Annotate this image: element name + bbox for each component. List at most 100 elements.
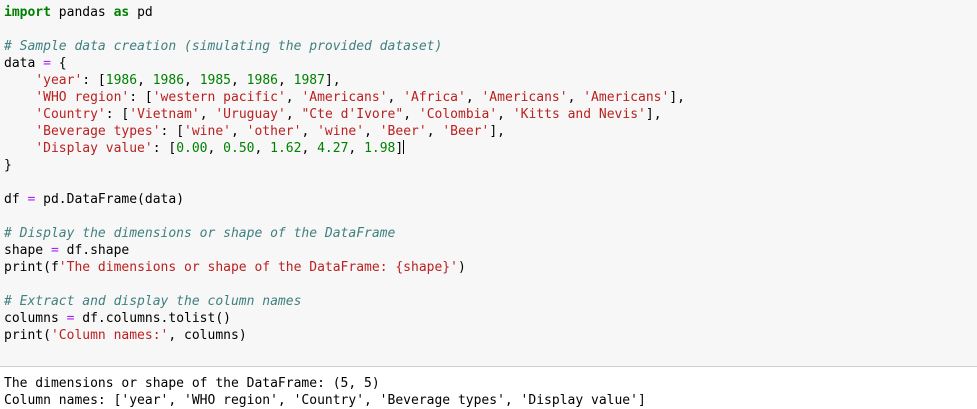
code-text: , [301, 124, 318, 139]
number: 1986 [105, 73, 138, 88]
code-text: , [497, 107, 513, 122]
code-text: ] [395, 141, 404, 156]
code-line: } [4, 158, 12, 173]
code-text: , [285, 107, 302, 122]
code-line: 'Country': ['Vietnam', 'Uruguay', "Cte d… [4, 106, 685, 123]
string: 'Colombia' [418, 107, 498, 122]
operator: = [50, 243, 59, 258]
number: 1986 [246, 73, 278, 88]
code-text: : [ [152, 141, 177, 156]
string: 'The dimensions or shape of the DataFram… [58, 260, 458, 275]
keyword: import [4, 5, 51, 20]
code-text: ) [457, 260, 466, 275]
string: 'Americans' [301, 90, 388, 105]
code-line: shape = df.shape [4, 242, 685, 259]
code-line: df = pd.DataFrame(data) [4, 191, 685, 208]
code-text: ], [669, 90, 685, 105]
code-line: columns = df.columns.tolist() [4, 310, 685, 327]
code-text: , [387, 90, 404, 105]
code-text: , columns) [168, 328, 247, 343]
code-line: 'Beverage types': ['wine', 'other', 'win… [4, 123, 685, 140]
number: 1986 [152, 73, 185, 88]
code-text: , [137, 73, 153, 88]
string: 'Country' [35, 107, 106, 122]
code-text: pandas [50, 5, 114, 20]
string: 'Uruguay' [215, 107, 286, 122]
code-line: data = { [4, 55, 685, 72]
number: 1985 [199, 73, 232, 88]
code-line: 'year': [1986, 1986, 1985, 1986, 1987], [4, 72, 685, 89]
code-text: , [364, 124, 380, 139]
text-cursor [403, 140, 405, 154]
code-text: , [301, 141, 318, 156]
code-text: df [4, 192, 28, 207]
string: 'Column names:' [50, 328, 169, 343]
number: 0.00 [176, 141, 208, 156]
number: 4.27 [317, 141, 349, 156]
code-line: 'WHO region': ['western pacific', 'Ameri… [4, 89, 685, 106]
code-text: , [465, 90, 482, 105]
code-cell[interactable]: import pandas as pd # Sample data creatio… [0, 0, 977, 367]
code-text: shape [4, 243, 51, 258]
string: 'other' [246, 124, 302, 139]
code-text: , [231, 73, 247, 88]
code-text: , [567, 90, 584, 105]
code-text: , [199, 107, 216, 122]
string: 'wine' [184, 124, 231, 139]
code-line: print(f'The dimensions or shape of the D… [4, 259, 685, 276]
code-comment: # Display the dimensions or shape of the… [4, 226, 396, 241]
code-text: pd.DataFrame(data) [35, 192, 185, 207]
code-comment: # Extract and display the column names [4, 294, 302, 309]
code-text: ], [324, 73, 341, 88]
cell-output: The dimensions or shape of the DataFrame… [4, 375, 646, 409]
string: 'western pacific' [152, 90, 286, 105]
code-text: : [ [129, 90, 153, 105]
code-text: print( [4, 328, 51, 343]
keyword: as [113, 5, 130, 20]
code-text: ], [645, 107, 662, 122]
code-text: , [348, 141, 365, 156]
code-editor[interactable]: import pandas as pd # Sample data creatio… [4, 4, 685, 344]
code-text: , [285, 90, 302, 105]
code-text: , [184, 73, 200, 88]
number: 0.50 [223, 141, 255, 156]
string: 'Vietnam' [129, 107, 200, 122]
code-text: columns [4, 311, 67, 326]
code-text: { [50, 56, 67, 71]
output-line: The dimensions or shape of the DataFrame… [4, 376, 380, 391]
code-text: : [ [82, 73, 106, 88]
string: "Cte d'Ivore" [301, 107, 404, 122]
code-text: : [ [160, 124, 185, 139]
code-text: df.shape [58, 243, 130, 258]
code-comment: # Sample data creation (simulating the p… [4, 39, 443, 54]
string: 'Beer' [442, 124, 490, 139]
code-text: pd [129, 5, 153, 20]
code-text: print(f [4, 260, 59, 275]
string: 'Americans' [481, 90, 568, 105]
code-line: import pandas as pd [4, 4, 685, 21]
code-text: , [403, 107, 419, 122]
string: 'Display value' [35, 141, 153, 156]
code-text: : [ [105, 107, 130, 122]
code-line: 'Display value': [0.00, 0.50, 1.62, 4.27… [4, 140, 685, 157]
string: 'Beverage types' [35, 124, 161, 139]
code-text: , [207, 141, 224, 156]
code-text: df.columns.tolist() [74, 311, 231, 326]
string: 'Americans' [583, 90, 670, 105]
code-text: , [231, 124, 247, 139]
code-text: , [426, 124, 443, 139]
operator: = [43, 56, 51, 71]
string: 'WHO region' [35, 90, 130, 105]
number: 1987 [293, 73, 325, 88]
code-text: , [277, 73, 294, 88]
number: 1.62 [270, 141, 302, 156]
